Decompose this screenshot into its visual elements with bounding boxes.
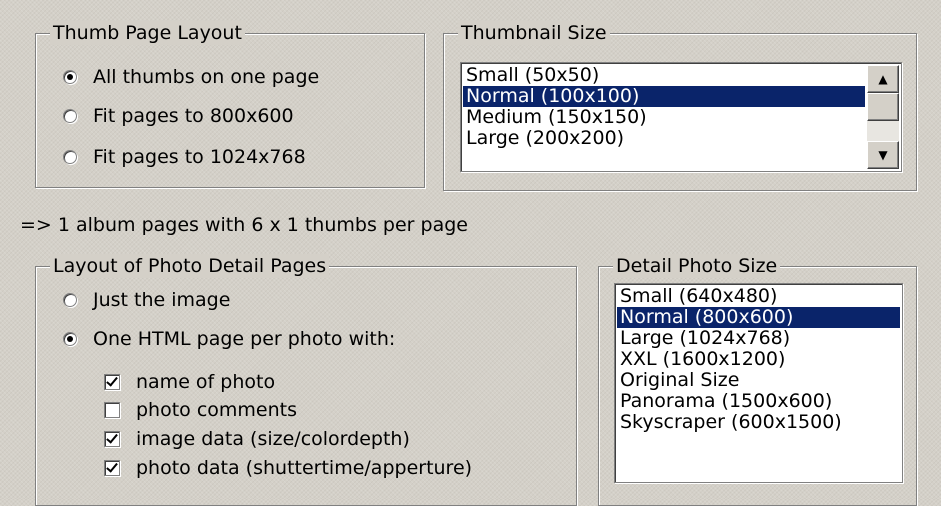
radio-button-icon[interactable]	[63, 109, 77, 123]
list-item[interactable]: Small (50x50)	[463, 65, 865, 86]
radio-label: Fit pages to 800x600	[93, 105, 294, 127]
photo-detail-layout-title: Layout of Photo Detail Pages	[50, 254, 330, 278]
list-item[interactable]: Skyscraper (600x1500)	[617, 412, 900, 433]
checkbox-image-data[interactable]: image data (size/colordepth)	[104, 428, 410, 450]
radio-button-icon[interactable]	[63, 332, 77, 346]
thumbnail-size-group: Thumbnail Size Small (50x50) Normal (100…	[443, 21, 917, 191]
radio-label: Fit pages to 1024x768	[93, 146, 306, 168]
thumb-page-layout-group: Thumb Page Layout All thumbs on one page…	[35, 21, 425, 188]
list-item[interactable]: Large (1024x768)	[617, 328, 900, 349]
radio-label: Just the image	[93, 289, 231, 311]
list-item-selected[interactable]: Normal (100x100)	[463, 86, 865, 107]
scroll-up-button[interactable]: ▲	[867, 65, 899, 93]
radio-button-icon[interactable]	[63, 70, 77, 84]
triangle-down-icon: ▼	[878, 148, 888, 162]
checkbox-icon[interactable]	[104, 402, 120, 418]
scroll-down-button[interactable]: ▼	[867, 141, 899, 169]
detail-photo-size-listbox[interactable]: Small (640x480) Normal (800x600) Large (…	[614, 283, 903, 483]
list-item-selected[interactable]: Normal (800x600)	[617, 307, 900, 328]
detail-photo-size-group: Detail Photo Size Small (640x480) Normal…	[598, 254, 917, 506]
checkbox-name-of-photo[interactable]: name of photo	[104, 371, 275, 393]
detail-photo-size-title: Detail Photo Size	[613, 254, 781, 278]
radio-label: One HTML page per photo with:	[93, 328, 396, 350]
vertical-scrollbar[interactable]: ▲ ▼	[867, 65, 899, 169]
photo-detail-layout-group: Layout of Photo Detail Pages Just the im…	[35, 254, 577, 506]
list-item[interactable]: XXL (1600x1200)	[617, 349, 900, 370]
checkbox-photo-data[interactable]: photo data (shuttertime/apperture)	[104, 457, 472, 479]
summary-text: => 1 album pages with 6 x 1 thumbs per p…	[20, 214, 468, 236]
radio-button-icon[interactable]	[63, 150, 77, 164]
radio-fit-800x600[interactable]: Fit pages to 800x600	[63, 105, 294, 127]
thumbnail-size-title: Thumbnail Size	[458, 21, 610, 45]
checkbox-photo-comments[interactable]: photo comments	[104, 399, 297, 421]
checkbox-label: photo comments	[136, 399, 298, 421]
checkbox-label: name of photo	[136, 371, 276, 393]
radio-fit-1024x768[interactable]: Fit pages to 1024x768	[63, 146, 306, 168]
scrollbar-thumb[interactable]	[867, 93, 899, 121]
list-item[interactable]: Panorama (1500x600)	[617, 391, 900, 412]
thumbnail-size-listbox[interactable]: Small (50x50) Normal (100x100) Medium (1…	[460, 62, 902, 172]
radio-one-html-page[interactable]: One HTML page per photo with:	[63, 328, 395, 350]
radio-button-icon[interactable]	[63, 293, 77, 307]
radio-all-thumbs-one-page[interactable]: All thumbs on one page	[63, 66, 319, 88]
checkbox-icon[interactable]	[104, 374, 120, 390]
list-item[interactable]: Small (640x480)	[617, 286, 900, 307]
checkbox-icon[interactable]	[104, 431, 120, 447]
list-item[interactable]: Large (200x200)	[463, 128, 865, 149]
radio-just-image[interactable]: Just the image	[63, 289, 230, 311]
list-item[interactable]: Original Size	[617, 370, 900, 391]
checkbox-label: photo data (shuttertime/apperture)	[136, 457, 473, 479]
checkbox-label: image data (size/colordepth)	[136, 428, 410, 450]
checkbox-icon[interactable]	[104, 460, 120, 476]
triangle-up-icon: ▲	[878, 72, 888, 86]
list-item[interactable]: Medium (150x150)	[463, 107, 865, 128]
radio-label: All thumbs on one page	[93, 66, 320, 88]
thumb-page-layout-title: Thumb Page Layout	[50, 21, 245, 45]
